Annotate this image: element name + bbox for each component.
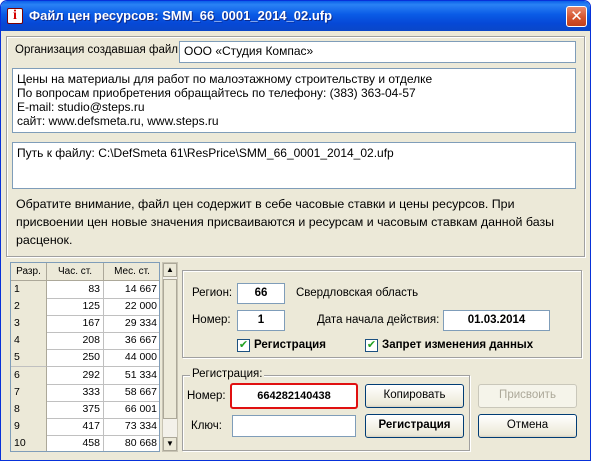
dialog-window: i Файл цен ресурсов: SMM_66_0001_2014_02…: [0, 0, 591, 461]
hourly-rate-cell[interactable]: 83: [47, 281, 104, 299]
grade-cell[interactable]: 5: [11, 349, 47, 368]
grade-cell[interactable]: 4: [11, 332, 47, 351]
monthly-rate-cell[interactable]: 66 001: [104, 401, 159, 419]
description-line: Цены на материалы для работ по малоэтажн…: [17, 72, 433, 86]
table-row[interactable]: 9 417 73 334: [11, 417, 159, 436]
hourly-rate-cell[interactable]: 125: [47, 298, 104, 317]
table-row[interactable]: 7 333 58 667: [11, 383, 159, 402]
monthly-rate-cell[interactable]: 58 667: [104, 384, 159, 402]
registration-checkbox-label: Регистрация: [254, 339, 326, 351]
lock-data-checkbox[interactable]: ✔: [365, 339, 378, 352]
grade-cell[interactable]: 9: [11, 417, 47, 436]
assign-button[interactable]: Присвоить: [478, 384, 577, 408]
scroll-down-button[interactable]: ▼: [163, 437, 177, 451]
register-button[interactable]: Регистрация: [365, 414, 464, 438]
info-icon: i: [7, 8, 23, 24]
grade-cell[interactable]: 2: [11, 298, 47, 317]
grade-cell[interactable]: 10: [11, 434, 47, 451]
copy-button[interactable]: Копировать: [365, 384, 464, 408]
table-row[interactable]: 2 125 22 000: [11, 298, 159, 317]
number-field[interactable]: 1: [237, 310, 285, 331]
window-title: Файл цен ресурсов: SMM_66_0001_2014_02.u…: [29, 8, 333, 23]
close-button[interactable]: ✕: [566, 6, 587, 27]
grade-cell[interactable]: 7: [11, 383, 47, 402]
table-row[interactable]: 1 83 14 667: [11, 281, 159, 299]
description-memo[interactable]: Цены на материалы для работ по малоэтажн…: [12, 68, 576, 133]
cancel-button[interactable]: Отмена: [478, 414, 577, 438]
number-label: Номер:: [192, 314, 231, 326]
region-name: Свердловская область: [296, 287, 419, 299]
table-row[interactable]: 6 292 51 334: [11, 366, 159, 385]
key-field[interactable]: [232, 415, 356, 437]
monthly-rate-cell[interactable]: 80 668: [104, 435, 159, 451]
hourly-rate-cell[interactable]: 417: [47, 417, 104, 436]
monthly-rate-cell[interactable]: 73 334: [104, 418, 159, 436]
title-bar[interactable]: i Файл цен ресурсов: SMM_66_0001_2014_02…: [1, 1, 590, 31]
hourly-rate-cell[interactable]: 458: [47, 434, 104, 451]
monthly-rate-cell[interactable]: 22 000: [104, 298, 159, 317]
lock-data-checkbox-label: Запрет изменения данных: [382, 339, 534, 351]
registration-checkbox[interactable]: ✔: [237, 339, 250, 352]
table-row[interactable]: 8 375 66 001: [11, 400, 159, 419]
column-header-grade[interactable]: Разр.: [11, 263, 47, 281]
grade-cell[interactable]: 8: [11, 400, 47, 419]
hourly-rate-cell[interactable]: 333: [47, 383, 104, 402]
start-date-field[interactable]: 01.03.2014: [443, 310, 550, 331]
description-line: E-mail: studio@steps.ru: [17, 100, 145, 114]
grade-cell[interactable]: 1: [11, 281, 47, 299]
org-label: Организация создавшая файл:: [15, 44, 182, 56]
table-scrollbar[interactable]: ▲ ▼: [162, 262, 178, 452]
table-row[interactable]: 5 250 44 000: [11, 349, 159, 368]
region-label: Регион:: [192, 287, 233, 299]
rates-table[interactable]: Разр. Час. ст. Мес. ст. 1 83 14 667 2 125 22 …: [10, 262, 160, 452]
reg-number-label: Номер:: [187, 390, 226, 402]
org-field[interactable]: ООО «Студия Компас»: [179, 41, 576, 63]
grade-cell[interactable]: 3: [11, 315, 47, 334]
notice-text: Обратите внимание, файл цен содержит в с…: [16, 197, 555, 247]
monthly-rate-cell[interactable]: 44 000: [104, 349, 159, 368]
table-row[interactable]: 3 167 29 334: [11, 315, 159, 334]
hourly-rate-cell[interactable]: 208: [47, 332, 104, 351]
monthly-rate-cell[interactable]: 29 334: [104, 315, 159, 334]
description-line: сайт: www.defsmeta.ru, www.steps.ru: [17, 114, 219, 128]
scroll-thumb[interactable]: [163, 279, 177, 419]
column-header-hourly[interactable]: Час. ст.: [47, 263, 104, 281]
table-row[interactable]: 4 208 36 667: [11, 332, 159, 351]
hourly-rate-cell[interactable]: 375: [47, 400, 104, 419]
table-header: Разр. Час. ст. Мес. ст.: [11, 263, 159, 281]
key-label: Ключ:: [191, 420, 222, 432]
scroll-up-button[interactable]: ▲: [163, 263, 177, 277]
file-path-text: Путь к файлу: C:\DefSmeta 61\ResPrice\SM…: [17, 146, 394, 160]
file-path-memo[interactable]: Путь к файлу: C:\DefSmeta 61\ResPrice\SM…: [12, 142, 576, 189]
start-date-label: Дата начала действия:: [317, 314, 440, 326]
monthly-rate-cell[interactable]: 14 667: [104, 281, 159, 299]
hourly-rate-cell[interactable]: 250: [47, 349, 104, 368]
registration-legend: Регистрация:: [190, 368, 265, 380]
region-code-field[interactable]: 66: [237, 283, 285, 304]
monthly-rate-cell[interactable]: 36 667: [104, 332, 159, 351]
hourly-rate-cell[interactable]: 292: [47, 366, 104, 385]
reg-number-field[interactable]: 664282140438: [230, 383, 358, 409]
hourly-rate-cell[interactable]: 167: [47, 315, 104, 334]
column-header-monthly[interactable]: Мес. ст.: [104, 263, 159, 281]
description-line: По вопросам приобретения обращайтесь по …: [17, 86, 416, 100]
table-row[interactable]: 10 458 80 668: [11, 434, 159, 451]
grade-cell[interactable]: 6: [11, 366, 47, 385]
monthly-rate-cell[interactable]: 51 334: [104, 367, 159, 385]
